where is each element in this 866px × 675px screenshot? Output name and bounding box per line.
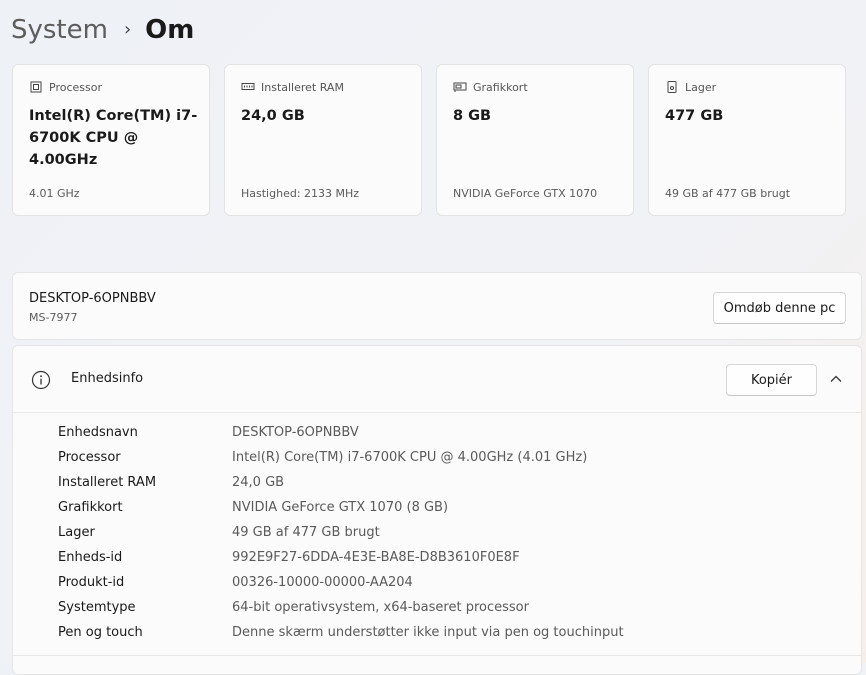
spec-key: Grafikkort	[58, 500, 123, 515]
card-sub: 4.01 GHz	[29, 187, 80, 200]
spec-value: 49 GB af 477 GB brugt	[232, 525, 380, 540]
card-label: Grafikkort	[473, 80, 528, 94]
spec-value: DESKTOP-6OPNBBV	[232, 425, 359, 440]
spec-value: Intel(R) Core(TM) i7-6700K CPU @ 4.00GHz…	[232, 450, 588, 465]
card-label: Installeret RAM	[261, 80, 344, 94]
spec-key: Pen og touch	[58, 625, 143, 640]
graphics-card: Grafikkort 8 GB NVIDIA GeForce GTX 1070	[436, 64, 634, 216]
breadcrumb-system[interactable]: System	[11, 15, 108, 45]
card-sub: Hastighed: 2133 MHz	[241, 187, 360, 200]
ram-card: Installeret RAM 24,0 GB Hastighed: 2133 …	[224, 64, 422, 216]
spec-row: Grafikkort NVIDIA GeForce GTX 1070 (8 GB)	[58, 495, 448, 520]
card-value: Intel(R) Core(TM) i7-6700K CPU @ 4.00GHz	[29, 108, 198, 168]
spec-row: Installeret RAM 24,0 GB	[58, 470, 284, 495]
spec-row: Lager 49 GB af 477 GB brugt	[58, 520, 380, 545]
spec-value: 992E9F27-6DDA-4E3E-BA8E-D8B3610F0E8F	[232, 550, 520, 565]
ram-icon	[241, 83, 255, 90]
storage-card: Lager 477 GB 49 GB af 477 GB brugt	[648, 64, 846, 216]
spec-key: Lager	[58, 525, 95, 540]
card-label: Processor	[49, 80, 102, 94]
spec-row: Pen og touch Denne skærm understøtter ikk…	[58, 620, 624, 645]
spec-row: Processor Intel(R) Core(TM) i7-6700K CPU …	[58, 445, 587, 470]
spec-key: Produkt-id	[58, 575, 125, 590]
chevron-up-icon[interactable]	[829, 372, 843, 386]
spec-key: Processor	[58, 450, 121, 465]
card-value: 8 GB	[453, 108, 492, 124]
spec-row: Enheds-id 992E9F27-6DDA-4E3E-BA8E-D8B3610…	[58, 545, 520, 570]
info-icon	[31, 370, 51, 390]
rename-pc-button[interactable]: Omdøb denne pc	[713, 292, 846, 324]
spec-key: Enhedsnavn	[58, 425, 138, 440]
spec-value: NVIDIA GeForce GTX 1070 (8 GB)	[232, 500, 449, 515]
spec-row: Systemtype 64-bit operativsystem, x64-bas…	[58, 595, 529, 620]
device-name-panel: DESKTOP-6OPNBBV MS-7977 Omdøb denne pc	[12, 272, 862, 340]
card-sub: NVIDIA GeForce GTX 1070	[453, 187, 598, 200]
spec-key: Installeret RAM	[58, 475, 157, 490]
spec-key: Enheds-id	[58, 550, 123, 565]
card-label: Lager	[685, 80, 717, 94]
spec-value: 00326-10000-00000-AA204	[232, 575, 413, 590]
device-model: MS-7977	[29, 311, 78, 324]
section-divider	[12, 655, 862, 656]
spec-row: Enhedsnavn DESKTOP-6OPNBBV	[58, 420, 359, 445]
card-value: 477 GB	[665, 108, 724, 124]
device-info-header[interactable]: Enhedsinfo Kopiér	[13, 346, 861, 413]
device-name: DESKTOP-6OPNBBV	[29, 291, 156, 306]
card-sub: 49 GB af 477 GB brugt	[665, 187, 791, 200]
spec-row: Produkt-id 00326-10000-00000-AA204	[58, 570, 413, 595]
card-value: 24,0 GB	[241, 108, 305, 124]
device-info-title: Enhedsinfo	[71, 371, 144, 386]
spec-value: Denne skærm understøtter ikke input via …	[232, 625, 624, 640]
spec-key: Systemtype	[58, 600, 136, 615]
processor-icon	[30, 81, 42, 93]
copy-button[interactable]: Kopiér	[726, 364, 817, 396]
processor-card: Processor Intel(R) Core(TM) i7-6700K CPU…	[12, 64, 210, 216]
spec-value: 64-bit operativsystem, x64-baseret proce…	[232, 600, 529, 615]
storage-icon	[667, 81, 677, 93]
spec-value: 24,0 GB	[232, 475, 285, 490]
page-title: Om	[145, 15, 195, 45]
breadcrumb: System › Om	[11, 10, 194, 50]
breadcrumb-separator: ›	[123, 18, 132, 40]
graphics-card-icon	[453, 82, 467, 92]
